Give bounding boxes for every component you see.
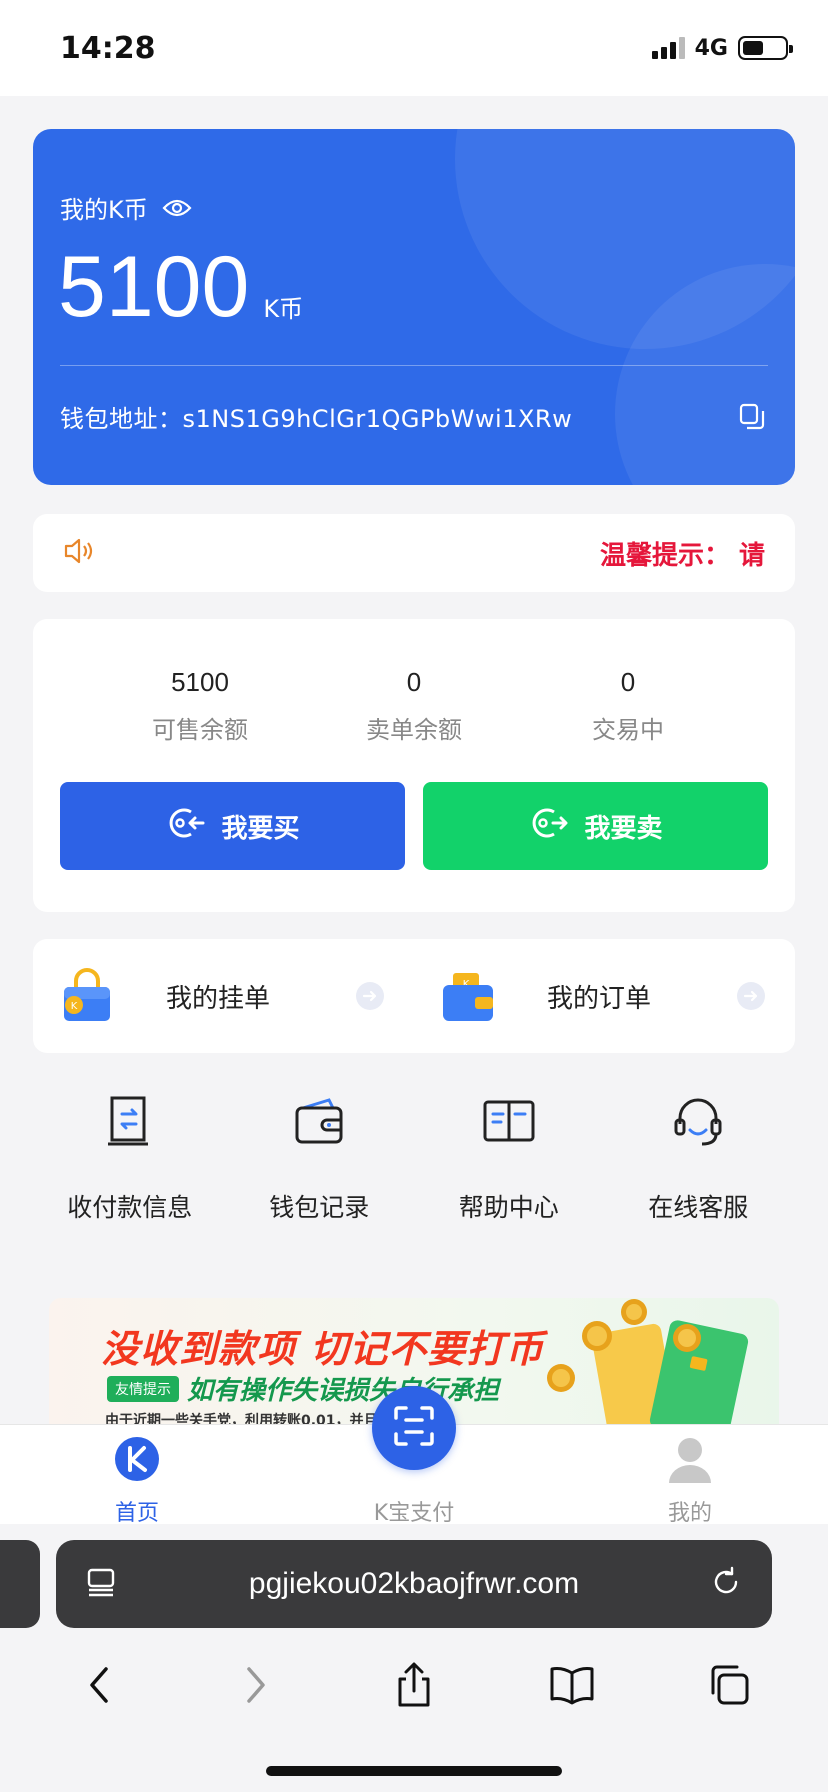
address-bar[interactable]: pgjiekou02kbaojfrwr.com bbox=[56, 1540, 772, 1628]
quick-label: 收付款信息 bbox=[67, 1193, 193, 1222]
bookmarks-icon[interactable] bbox=[542, 1655, 602, 1715]
status-indicators: 4G bbox=[651, 35, 793, 61]
sell-icon bbox=[528, 805, 568, 848]
quick-label: 帮助中心 bbox=[458, 1193, 559, 1222]
banner-subline: 如有操作失误损失自行承担 bbox=[187, 1376, 500, 1406]
tab-label: 首页 bbox=[114, 1501, 159, 1526]
stat-label: 卖单余额 bbox=[366, 716, 462, 744]
stat-value: 0 bbox=[620, 667, 636, 697]
home-k-icon bbox=[114, 1436, 160, 1486]
url-text: pgjiekou02kbaojfrwr.com bbox=[248, 1567, 580, 1600]
my-orders-label: 我的订单 bbox=[547, 983, 652, 1014]
wallet-orders-icon: K bbox=[439, 967, 497, 1025]
buy-button[interactable]: 我要买 bbox=[60, 782, 405, 870]
sell-button[interactable]: 我要卖 bbox=[423, 782, 768, 870]
banner-headline: 没收到款项 切记不要打币 bbox=[101, 1327, 545, 1371]
wallet-address: s1NS1G9hClGr1QGPbWwi1XRw bbox=[182, 405, 573, 433]
forward-icon[interactable] bbox=[226, 1655, 286, 1715]
status-time: 14:28 bbox=[60, 30, 156, 66]
notice-text: 温馨提示： 请 bbox=[599, 540, 765, 571]
wallet-unit: K币 bbox=[263, 295, 304, 323]
home-indicator bbox=[266, 1766, 562, 1776]
quick-label: 在线客服 bbox=[648, 1193, 749, 1222]
status-bar: 14:28 4G bbox=[0, 0, 828, 96]
page-menu-icon[interactable] bbox=[86, 1566, 118, 1602]
svg-text:K: K bbox=[71, 1001, 78, 1012]
quick-item-help-center[interactable]: 帮助中心 bbox=[414, 1090, 604, 1230]
headset-icon bbox=[666, 1090, 730, 1154]
shopping-bag-icon: K bbox=[58, 967, 116, 1025]
scan-icon bbox=[392, 1404, 436, 1452]
tab-me[interactable]: 我的 bbox=[600, 1425, 780, 1526]
tabs-icon[interactable] bbox=[699, 1655, 759, 1715]
tab-home[interactable]: 首页 bbox=[47, 1425, 227, 1526]
help-book-icon bbox=[477, 1090, 541, 1154]
scan-pay-button[interactable] bbox=[372, 1386, 456, 1470]
banner-tag: 友情提示 bbox=[107, 1375, 179, 1402]
my-orders-item[interactable]: K 我的订单 bbox=[414, 939, 795, 1053]
eye-icon[interactable] bbox=[162, 198, 192, 218]
previous-tab-stub[interactable] bbox=[0, 1540, 40, 1628]
wallet-address-row: 钱包地址：s1NS1G9hClGr1QGPbWwi1XRw bbox=[60, 399, 765, 434]
my-listings-item[interactable]: K 我的挂单 bbox=[33, 939, 414, 1053]
address-label: 钱包地址： bbox=[60, 405, 183, 433]
quick-item-online-service[interactable]: 在线客服 bbox=[604, 1090, 794, 1230]
stat-sell-orders: 0 卖单余额 bbox=[334, 667, 494, 745]
balance-panel: 5100 可售余额 0 卖单余额 0 交易中 我要买 我要卖 bbox=[33, 619, 795, 912]
stat-sellable: 5100 可售余额 bbox=[120, 667, 280, 745]
wallet-balance: 5100 bbox=[58, 239, 250, 335]
notice-bar[interactable]: 温馨提示： 请 bbox=[33, 514, 795, 592]
stats-row: 5100 可售余额 0 卖单余额 0 交易中 bbox=[33, 667, 795, 745]
chevron-right-icon bbox=[356, 982, 384, 1010]
stat-label: 可售余额 bbox=[152, 716, 248, 744]
share-icon[interactable] bbox=[384, 1655, 444, 1715]
coins-cards-illustration bbox=[547, 1299, 749, 1428]
stat-label: 交易中 bbox=[592, 716, 664, 744]
quick-label: 钱包记录 bbox=[269, 1193, 370, 1222]
wallet-icon bbox=[287, 1090, 351, 1154]
network-type: 4G bbox=[694, 35, 728, 61]
stat-value: 5100 bbox=[171, 667, 229, 697]
quick-item-wallet-records[interactable]: 钱包记录 bbox=[225, 1090, 415, 1230]
receipt-exchange-icon bbox=[98, 1090, 162, 1154]
my-listings-label: 我的挂单 bbox=[166, 983, 271, 1014]
speaker-icon bbox=[63, 537, 103, 569]
quick-item-payment-info[interactable]: 收付款信息 bbox=[35, 1090, 225, 1230]
copy-icon[interactable] bbox=[739, 403, 765, 431]
orders-panel: K 我的挂单 K 我的订单 bbox=[33, 939, 795, 1053]
sell-label: 我要卖 bbox=[584, 813, 663, 844]
battery-icon bbox=[738, 36, 793, 60]
wallet-label: 我的K币 bbox=[60, 196, 148, 224]
quick-menu: 收付款信息 钱包记录 帮助中心 在线客服 bbox=[33, 1090, 795, 1230]
buy-icon bbox=[165, 805, 205, 848]
stat-trading: 0 交易中 bbox=[548, 667, 708, 745]
user-avatar-icon bbox=[667, 1435, 713, 1487]
back-icon[interactable] bbox=[69, 1655, 129, 1715]
chevron-right-icon bbox=[737, 982, 765, 1010]
cellular-signal-icon bbox=[651, 37, 685, 59]
tab-label: 我的 bbox=[667, 1501, 712, 1526]
buy-label: 我要买 bbox=[221, 813, 300, 844]
browser-toolbar bbox=[0, 1640, 828, 1730]
reload-icon[interactable] bbox=[710, 1566, 742, 1602]
stat-value: 0 bbox=[406, 667, 422, 697]
card-divider bbox=[60, 365, 768, 366]
wallet-card: 我的K币 5100 K币 钱包地址：s1NS1G9hClGr1QGPbWwi1X… bbox=[33, 129, 795, 485]
tab-label: K宝支付 bbox=[373, 1501, 455, 1526]
